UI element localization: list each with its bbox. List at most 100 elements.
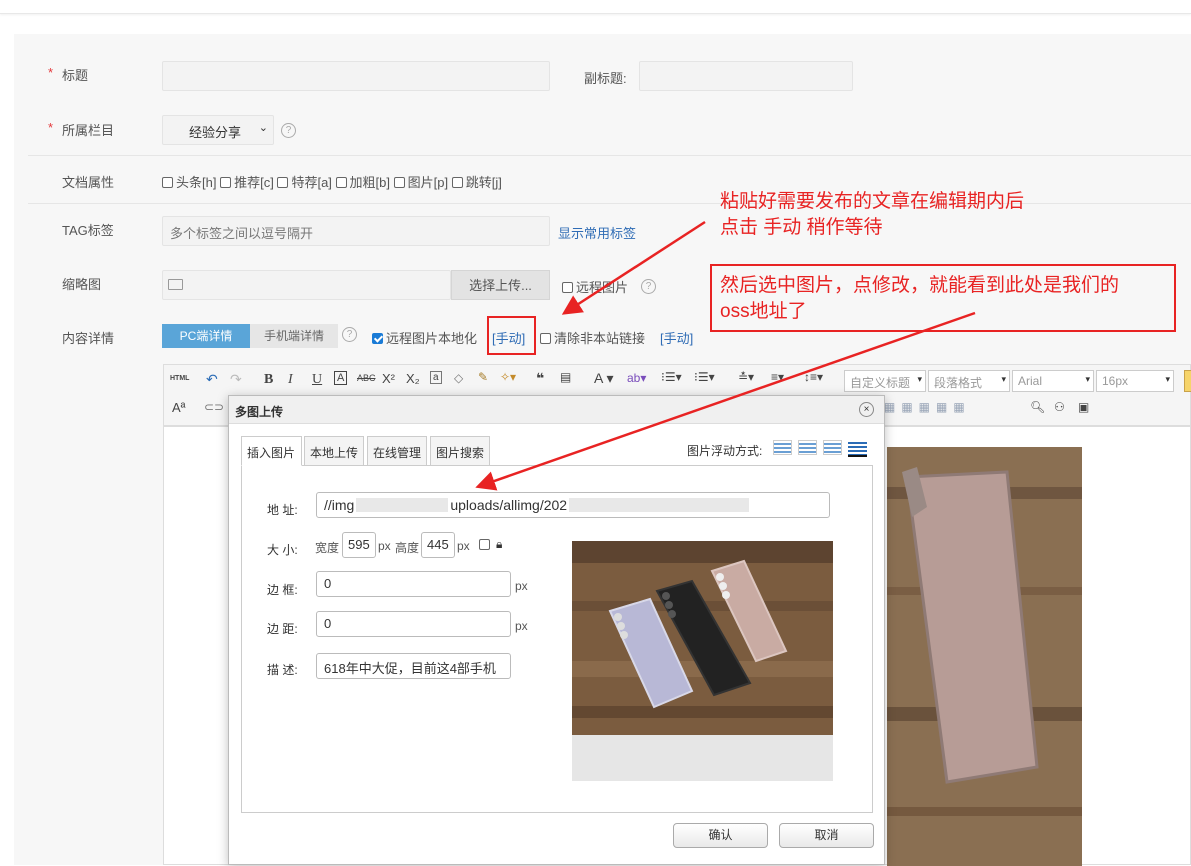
float-none-icon[interactable] bbox=[773, 440, 792, 455]
float-left-icon[interactable] bbox=[798, 440, 817, 455]
px-unit: px bbox=[515, 619, 528, 633]
tab-mobile-detail[interactable]: 手机端详情 bbox=[250, 324, 338, 348]
help-icon[interactable]: ? bbox=[641, 279, 656, 294]
clipboard-icon[interactable]: ▣ bbox=[1078, 400, 1089, 414]
remote-image-checkbox[interactable]: 远程图片 bbox=[562, 277, 628, 296]
title-input[interactable] bbox=[162, 61, 550, 91]
heading-select[interactable]: 自定义标题 bbox=[844, 370, 926, 392]
px-unit: px bbox=[515, 579, 528, 593]
line-height-icon[interactable]: ↕≡▾ bbox=[804, 370, 823, 384]
font-size-select[interactable]: 16px bbox=[1096, 370, 1174, 392]
paste-plain-icon[interactable]: ▤ bbox=[560, 370, 571, 384]
unordered-list-icon[interactable]: ⁝☰▾ bbox=[694, 370, 715, 384]
border-text-icon[interactable]: A bbox=[334, 371, 348, 385]
multi-image-upload-dialog: 多图上传 × 插入图片 本地上传 在线管理 图片搜索 图片浮动方式: 地 址: … bbox=[228, 395, 885, 865]
tab-online-manage[interactable]: 在线管理 bbox=[367, 436, 427, 466]
lock-ratio-checkbox[interactable] bbox=[479, 539, 490, 550]
blurred-region bbox=[356, 498, 449, 512]
strikethrough-icon[interactable]: ABC bbox=[357, 373, 376, 383]
subtitle-input[interactable] bbox=[639, 61, 853, 91]
tab-local-upload[interactable]: 本地上传 bbox=[304, 436, 364, 466]
upload-button[interactable]: 选择上传... bbox=[451, 270, 550, 300]
address-input[interactable]: //img uploads/allimg/202 bbox=[316, 492, 830, 518]
attr-checkbox-p[interactable]: 图片[p] bbox=[393, 175, 448, 190]
row-spacing-icon[interactable]: ≡▾ bbox=[771, 370, 784, 384]
confirm-button[interactable]: 确认 bbox=[673, 823, 768, 848]
insert-image-panel: 地 址: //img uploads/allimg/202 大 小: 宽度 595… bbox=[241, 465, 873, 813]
doc-attr-label: 文档属性 bbox=[62, 175, 115, 190]
top-bar bbox=[0, 0, 1191, 14]
case-icon[interactable]: Aª bbox=[172, 400, 185, 415]
float-right-icon[interactable] bbox=[823, 440, 842, 455]
attr-checkbox-j[interactable]: 跳转[j] bbox=[451, 175, 502, 190]
image-icon bbox=[168, 279, 183, 290]
help-icon[interactable]: ? bbox=[281, 123, 296, 138]
px-unit: px bbox=[457, 539, 470, 553]
border-input[interactable]: 0 bbox=[316, 571, 511, 597]
common-tags-link[interactable]: 显示常用标签 bbox=[558, 223, 636, 242]
bold-icon[interactable]: B bbox=[264, 372, 273, 388]
size-label: 大 小: bbox=[267, 543, 298, 557]
autoformat-icon[interactable]: ✧▾ bbox=[500, 370, 516, 384]
title-label: * 标题 bbox=[48, 65, 89, 83]
font-color-icon[interactable]: A ▾ bbox=[594, 370, 613, 387]
attr-checkbox-a[interactable]: 特荐[a] bbox=[277, 175, 332, 190]
tab-insert-image[interactable]: 插入图片 bbox=[241, 436, 302, 466]
binoculars-icon[interactable]: ⚇ bbox=[1054, 400, 1065, 414]
margin-input[interactable]: 0 bbox=[316, 611, 511, 637]
search-icon[interactable]: 🔍︎ bbox=[1030, 400, 1045, 414]
attr-checkbox-h[interactable]: 头条[h] bbox=[162, 175, 216, 190]
tab-pc-detail[interactable]: PC端详情 bbox=[162, 324, 250, 348]
column-select[interactable]: 经验分享 ⌄ bbox=[162, 115, 274, 145]
toolbar-overflow[interactable] bbox=[1184, 370, 1191, 392]
tag-input[interactable]: 多个标签之间以逗号隔开 bbox=[162, 216, 550, 246]
superscript-icon[interactable]: X² bbox=[382, 371, 395, 386]
font-family-select[interactable]: Arial bbox=[1012, 370, 1094, 392]
brush-icon[interactable]: ✎ bbox=[478, 370, 488, 384]
redo-icon[interactable]: ↷ bbox=[230, 371, 242, 388]
paragraph-select[interactable]: 段落格式 bbox=[928, 370, 1010, 392]
spacing-icon[interactable]: ≛▾ bbox=[738, 370, 754, 384]
cancel-button[interactable]: 取消 bbox=[779, 823, 874, 848]
localize-checkbox[interactable]: 远程图片本地化 bbox=[372, 328, 477, 347]
height-input[interactable]: 445 bbox=[421, 532, 455, 558]
description-input[interactable]: 618年中大促，目前这4部手机 bbox=[316, 653, 511, 679]
subscript-icon[interactable]: X₂ bbox=[406, 371, 420, 386]
annotation-note-2-line2: oss地址了 bbox=[720, 301, 807, 322]
annotation-note-1-line2: 点击 手动 稍作等待 bbox=[720, 217, 883, 238]
table-tools-icon[interactable]: ▦▦▦▦▦ bbox=[884, 400, 971, 414]
float-center-icon[interactable] bbox=[848, 440, 867, 457]
attr-checkbox-b[interactable]: 加粗[b] bbox=[335, 175, 390, 190]
undo-icon[interactable]: ↶ bbox=[206, 371, 218, 388]
thumb-input[interactable] bbox=[162, 270, 451, 300]
chevron-down-icon: ⌄ bbox=[258, 122, 268, 134]
annotation-note-2: 然后选中图片，点修改，就能看到此处是我们的 oss地址了 bbox=[720, 273, 1119, 325]
link-icon[interactable]: ⊂⊃ bbox=[204, 400, 224, 414]
address-prefix: //img bbox=[324, 497, 355, 513]
format-match-icon[interactable]: a bbox=[430, 371, 442, 384]
editor-content-image[interactable] bbox=[887, 447, 1082, 866]
divider bbox=[28, 155, 1191, 156]
ordered-list-icon[interactable]: ⁝☰▾ bbox=[661, 370, 682, 384]
manual-clear-link[interactable]: [手动] bbox=[660, 328, 693, 347]
help-icon[interactable]: ? bbox=[342, 327, 357, 342]
close-icon[interactable]: × bbox=[859, 402, 874, 417]
px-unit: px bbox=[378, 539, 391, 553]
doc-attr-group: 头条[h] 推荐[c] 特荐[a] 加粗[b] 图片[p] 跳转[j] bbox=[162, 172, 502, 191]
blurred-region bbox=[569, 498, 750, 512]
tab-image-search[interactable]: 图片搜索 bbox=[430, 436, 490, 466]
float-mode-label: 图片浮动方式: bbox=[687, 444, 763, 458]
border-label: 边 框: bbox=[267, 583, 298, 597]
attr-checkbox-c[interactable]: 推荐[c] bbox=[220, 175, 274, 190]
highlight-icon[interactable]: ab▾ bbox=[627, 371, 646, 385]
blockquote-icon[interactable]: ❝ bbox=[536, 370, 544, 387]
italic-icon[interactable]: I bbox=[288, 372, 293, 388]
margin-label: 边 距: bbox=[267, 622, 298, 636]
width-input[interactable]: 595 bbox=[342, 532, 376, 558]
clear-links-checkbox[interactable]: 清除非本站链接 bbox=[540, 328, 645, 347]
html-source-button[interactable]: HTML bbox=[170, 375, 189, 382]
eraser-icon[interactable]: ◇ bbox=[454, 371, 463, 385]
column-label: * 所属栏目 bbox=[48, 120, 115, 138]
underline-icon[interactable]: U bbox=[312, 372, 322, 388]
tag-label: TAG标签 bbox=[62, 223, 114, 238]
